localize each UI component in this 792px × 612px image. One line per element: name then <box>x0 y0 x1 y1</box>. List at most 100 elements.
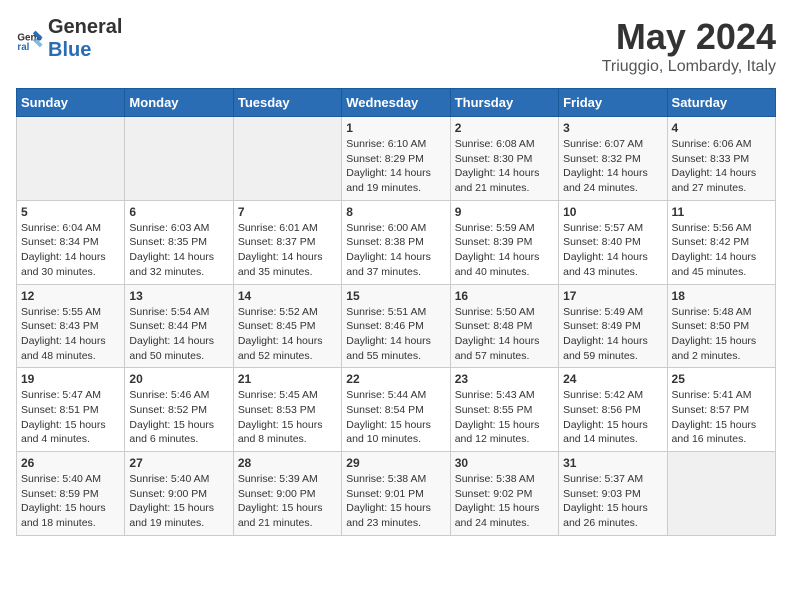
calendar-cell: 8 Sunrise: 6:00 AM Sunset: 8:38 PM Daylig… <box>342 200 450 284</box>
day-info: Sunrise: 6:03 AM Sunset: 8:35 PM Dayligh… <box>129 221 228 280</box>
calendar-cell <box>125 117 233 201</box>
day-info: Sunrise: 5:39 AM Sunset: 9:00 PM Dayligh… <box>238 472 337 531</box>
logo-text-blue: Blue <box>48 39 91 61</box>
day-number: 25 <box>672 372 771 386</box>
calendar-cell: 15 Sunrise: 5:51 AM Sunset: 8:46 PM Dayli… <box>342 284 450 368</box>
day-info: Sunrise: 5:51 AM Sunset: 8:46 PM Dayligh… <box>346 305 445 364</box>
day-number: 15 <box>346 289 445 303</box>
day-header-wednesday: Wednesday <box>342 89 450 117</box>
day-info: Sunrise: 6:07 AM Sunset: 8:32 PM Dayligh… <box>563 137 662 196</box>
calendar-cell: 9 Sunrise: 5:59 AM Sunset: 8:39 PM Daylig… <box>450 200 558 284</box>
calendar-cell: 7Sunrise: 6:01 AM Sunset: 8:37 PM Daylig… <box>233 200 341 284</box>
calendar-table: SundayMondayTuesdayWednesdayThursdayFrid… <box>16 88 776 536</box>
day-info: Sunrise: 6:06 AM Sunset: 8:33 PM Dayligh… <box>672 137 771 196</box>
day-number: 27 <box>129 456 228 470</box>
day-number: 19 <box>21 372 120 386</box>
calendar-cell: 22 Sunrise: 5:44 AM Sunset: 8:54 PM Dayli… <box>342 368 450 452</box>
calendar-cell: 19Sunrise: 5:47 AM Sunset: 8:51 PM Dayli… <box>17 368 125 452</box>
calendar-cell: 12 Sunrise: 5:55 AM Sunset: 8:43 PM Dayli… <box>17 284 125 368</box>
calendar-week-row: 12 Sunrise: 5:55 AM Sunset: 8:43 PM Dayli… <box>17 284 776 368</box>
calendar-cell: 20Sunrise: 5:46 AM Sunset: 8:52 PM Dayli… <box>125 368 233 452</box>
calendar-cell: 16 Sunrise: 5:50 AM Sunset: 8:48 PM Dayli… <box>450 284 558 368</box>
calendar-week-row: 5Sunrise: 6:04 AM Sunset: 8:34 PM Daylig… <box>17 200 776 284</box>
day-info: Sunrise: 5:38 AM Sunset: 9:02 PM Dayligh… <box>455 472 554 531</box>
calendar-cell: 29 Sunrise: 5:38 AM Sunset: 9:01 PM Dayli… <box>342 452 450 536</box>
day-number: 9 <box>455 205 554 219</box>
calendar-cell <box>667 452 775 536</box>
day-info: Sunrise: 5:37 AM Sunset: 9:03 PM Dayligh… <box>563 472 662 531</box>
day-info: Sunrise: 5:50 AM Sunset: 8:48 PM Dayligh… <box>455 305 554 364</box>
day-info: Sunrise: 6:08 AM Sunset: 8:30 PM Dayligh… <box>455 137 554 196</box>
day-number: 16 <box>455 289 554 303</box>
day-header-monday: Monday <box>125 89 233 117</box>
location-title: Triuggio, Lombardy, Italy <box>602 58 776 76</box>
calendar-header-row: SundayMondayTuesdayWednesdayThursdayFrid… <box>17 89 776 117</box>
day-number: 17 <box>563 289 662 303</box>
calendar-cell: 17 Sunrise: 5:49 AM Sunset: 8:49 PM Dayli… <box>559 284 667 368</box>
calendar-week-row: 1Sunrise: 6:10 AM Sunset: 8:29 PM Daylig… <box>17 117 776 201</box>
calendar-cell: 13 Sunrise: 5:54 AM Sunset: 8:44 PM Dayli… <box>125 284 233 368</box>
day-info: Sunrise: 5:55 AM Sunset: 8:43 PM Dayligh… <box>21 305 120 364</box>
day-number: 21 <box>238 372 337 386</box>
day-number: 12 <box>21 289 120 303</box>
day-info: Sunrise: 5:44 AM Sunset: 8:54 PM Dayligh… <box>346 388 445 447</box>
day-header-thursday: Thursday <box>450 89 558 117</box>
calendar-week-row: 26Sunrise: 5:40 AM Sunset: 8:59 PM Dayli… <box>17 452 776 536</box>
day-info: Sunrise: 5:45 AM Sunset: 8:53 PM Dayligh… <box>238 388 337 447</box>
day-info: Sunrise: 5:38 AM Sunset: 9:01 PM Dayligh… <box>346 472 445 531</box>
day-number: 13 <box>129 289 228 303</box>
day-info: Sunrise: 5:40 AM Sunset: 8:59 PM Dayligh… <box>21 472 120 531</box>
title-area: May 2024 Triuggio, Lombardy, Italy <box>602 16 776 76</box>
calendar-cell: 10Sunrise: 5:57 AM Sunset: 8:40 PM Dayli… <box>559 200 667 284</box>
calendar-cell: 26Sunrise: 5:40 AM Sunset: 8:59 PM Dayli… <box>17 452 125 536</box>
day-number: 18 <box>672 289 771 303</box>
calendar-cell: 11 Sunrise: 5:56 AM Sunset: 8:42 PM Dayli… <box>667 200 775 284</box>
day-number: 4 <box>672 121 771 135</box>
day-info: Sunrise: 5:59 AM Sunset: 8:39 PM Dayligh… <box>455 221 554 280</box>
day-header-friday: Friday <box>559 89 667 117</box>
day-info: Sunrise: 5:41 AM Sunset: 8:57 PM Dayligh… <box>672 388 771 447</box>
calendar-cell <box>17 117 125 201</box>
day-number: 8 <box>346 205 445 219</box>
day-info: Sunrise: 5:46 AM Sunset: 8:52 PM Dayligh… <box>129 388 228 447</box>
day-number: 1 <box>346 121 445 135</box>
day-info: Sunrise: 5:40 AM Sunset: 9:00 PM Dayligh… <box>129 472 228 531</box>
calendar-cell: 6 Sunrise: 6:03 AM Sunset: 8:35 PM Daylig… <box>125 200 233 284</box>
day-info: Sunrise: 6:04 AM Sunset: 8:34 PM Dayligh… <box>21 221 120 280</box>
logo: Gene ral General Blue <box>16 16 122 62</box>
day-number: 2 <box>455 121 554 135</box>
day-number: 29 <box>346 456 445 470</box>
calendar-cell: 30 Sunrise: 5:38 AM Sunset: 9:02 PM Dayli… <box>450 452 558 536</box>
calendar-cell: 25 Sunrise: 5:41 AM Sunset: 8:57 PM Dayli… <box>667 368 775 452</box>
day-info: Sunrise: 5:56 AM Sunset: 8:42 PM Dayligh… <box>672 221 771 280</box>
day-number: 6 <box>129 205 228 219</box>
calendar-cell: 23Sunrise: 5:43 AM Sunset: 8:55 PM Dayli… <box>450 368 558 452</box>
calendar-cell: 28 Sunrise: 5:39 AM Sunset: 9:00 PM Dayli… <box>233 452 341 536</box>
month-title: May 2024 <box>602 16 776 58</box>
calendar-cell: 4 Sunrise: 6:06 AM Sunset: 8:33 PM Daylig… <box>667 117 775 201</box>
day-header-tuesday: Tuesday <box>233 89 341 117</box>
day-info: Sunrise: 5:48 AM Sunset: 8:50 PM Dayligh… <box>672 305 771 364</box>
calendar-cell: 24Sunrise: 5:42 AM Sunset: 8:56 PM Dayli… <box>559 368 667 452</box>
day-info: Sunrise: 5:57 AM Sunset: 8:40 PM Dayligh… <box>563 221 662 280</box>
calendar-cell: 2 Sunrise: 6:08 AM Sunset: 8:30 PM Daylig… <box>450 117 558 201</box>
day-number: 30 <box>455 456 554 470</box>
day-header-saturday: Saturday <box>667 89 775 117</box>
day-info: Sunrise: 5:54 AM Sunset: 8:44 PM Dayligh… <box>129 305 228 364</box>
day-info: Sunrise: 5:49 AM Sunset: 8:49 PM Dayligh… <box>563 305 662 364</box>
calendar-cell: 14Sunrise: 5:52 AM Sunset: 8:45 PM Dayli… <box>233 284 341 368</box>
calendar-cell: 31Sunrise: 5:37 AM Sunset: 9:03 PM Dayli… <box>559 452 667 536</box>
day-info: Sunrise: 5:43 AM Sunset: 8:55 PM Dayligh… <box>455 388 554 447</box>
day-info: Sunrise: 5:42 AM Sunset: 8:56 PM Dayligh… <box>563 388 662 447</box>
calendar-cell: 3 Sunrise: 6:07 AM Sunset: 8:32 PM Daylig… <box>559 117 667 201</box>
day-info: Sunrise: 6:00 AM Sunset: 8:38 PM Dayligh… <box>346 221 445 280</box>
day-number: 28 <box>238 456 337 470</box>
day-number: 22 <box>346 372 445 386</box>
day-number: 11 <box>672 205 771 219</box>
day-number: 3 <box>563 121 662 135</box>
calendar-cell: 21 Sunrise: 5:45 AM Sunset: 8:53 PM Dayli… <box>233 368 341 452</box>
calendar-cell <box>233 117 341 201</box>
calendar-week-row: 19Sunrise: 5:47 AM Sunset: 8:51 PM Dayli… <box>17 368 776 452</box>
calendar-cell: 18 Sunrise: 5:48 AM Sunset: 8:50 PM Dayli… <box>667 284 775 368</box>
calendar-cell: 27 Sunrise: 5:40 AM Sunset: 9:00 PM Dayli… <box>125 452 233 536</box>
